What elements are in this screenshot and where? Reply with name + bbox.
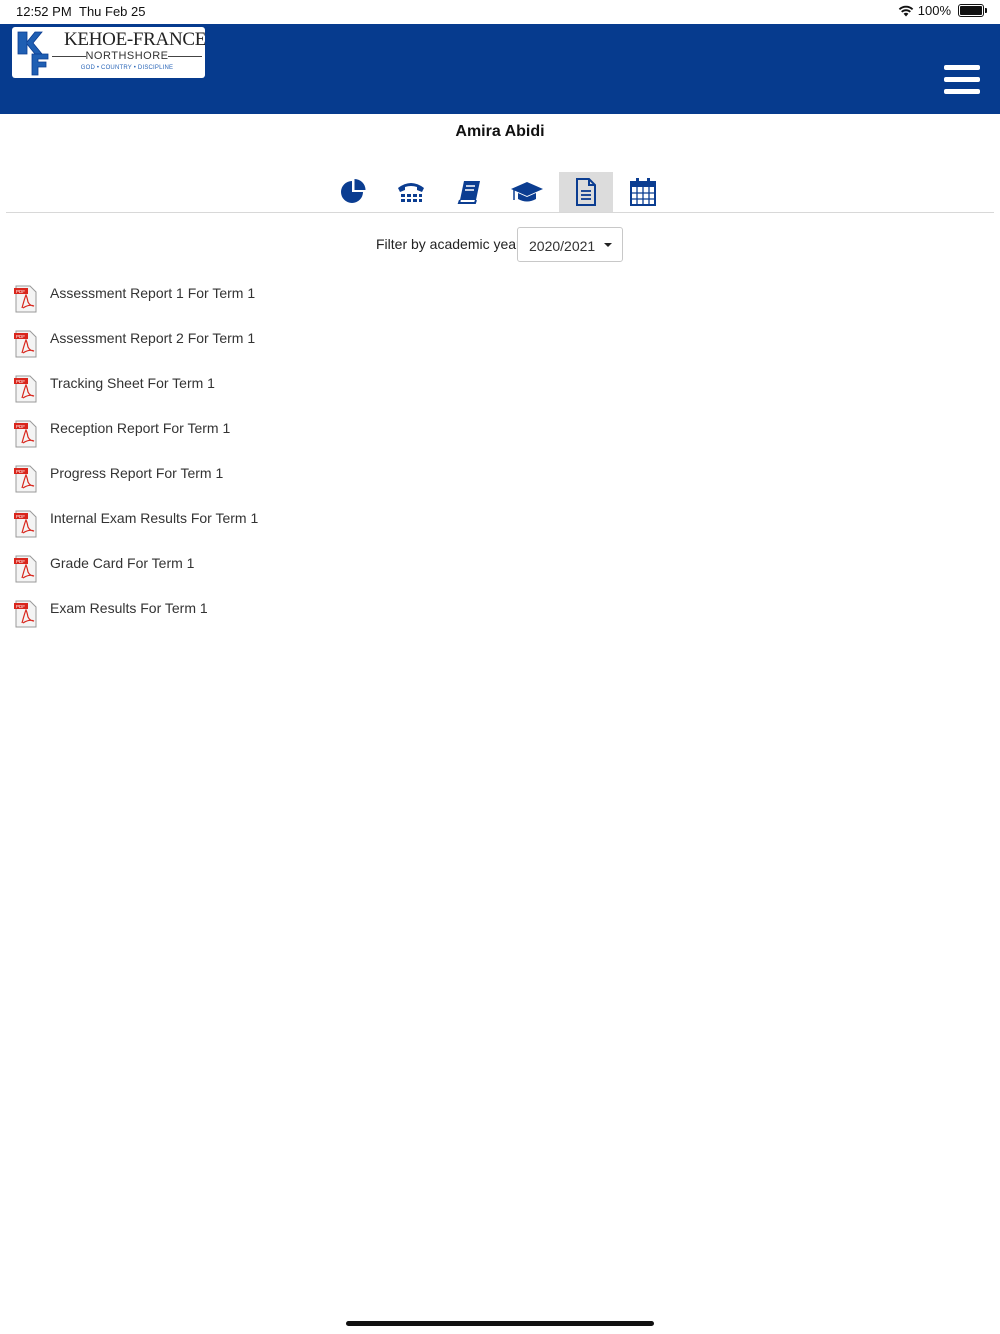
pdf-icon: PDF	[14, 330, 37, 358]
svg-text:PDF: PDF	[16, 379, 25, 384]
svg-text:PDF: PDF	[16, 514, 25, 519]
battery-icon	[958, 4, 987, 17]
filter-label: Filter by academic year	[376, 236, 521, 252]
svg-text:PDF: PDF	[16, 289, 25, 294]
status-time: 12:52 PM	[16, 4, 72, 19]
report-label: Internal Exam Results For Term 1	[50, 510, 259, 526]
wifi-icon	[898, 5, 913, 16]
logo-sub: NORTHSHORE	[52, 50, 202, 62]
tab-homework[interactable]	[442, 172, 496, 212]
status-date: Thu Feb 25	[79, 4, 146, 19]
book-icon	[457, 181, 480, 204]
student-name: Amira Abidi	[455, 123, 545, 140]
svg-text:PDF: PDF	[16, 334, 25, 339]
svg-text:PDF: PDF	[16, 424, 25, 429]
report-label: Assessment Report 2 For Term 1	[50, 330, 256, 346]
document-icon	[576, 178, 596, 206]
pdf-icon: PDF	[14, 465, 37, 493]
report-label: Progress Report For Term 1	[50, 465, 224, 481]
battery-percent: 100%	[917, 3, 951, 18]
report-label: Assessment Report 1 For Term 1	[50, 285, 256, 301]
report-item[interactable]: PDF Assessment Report 2 For Term 1	[14, 320, 414, 360]
tab-reports[interactable]	[559, 172, 613, 212]
calendar-icon	[630, 178, 656, 206]
tab-contact[interactable]	[384, 172, 438, 212]
report-label: Grade Card For Term 1	[50, 555, 195, 571]
report-item[interactable]: PDF Internal Exam Results For Term 1	[14, 500, 414, 540]
report-item[interactable]: PDF Progress Report For Term 1	[14, 455, 414, 495]
logo-motto: GOD • COUNTRY • DISCIPLINE	[80, 65, 174, 71]
svg-text:PDF: PDF	[16, 559, 25, 564]
academic-year-select[interactable]: 2020/2021	[517, 227, 623, 262]
report-label: Tracking Sheet For Term 1	[50, 375, 215, 391]
report-label: Exam Results For Term 1	[50, 600, 208, 616]
home-indicator	[346, 1321, 654, 1326]
hamburger-icon[interactable]	[944, 64, 980, 96]
pdf-icon: PDF	[14, 600, 37, 628]
pdf-icon: PDF	[14, 375, 37, 403]
report-item[interactable]: PDF Grade Card For Term 1	[14, 545, 414, 585]
tabbar-divider	[6, 212, 994, 213]
svg-text:PDF: PDF	[16, 604, 25, 609]
report-item[interactable]: PDF Exam Results For Term 1	[14, 590, 414, 630]
school-logo[interactable]: KEHOE-FRANCE NORTHSHORE GOD • COUNTRY • …	[12, 27, 205, 78]
logo-name: KEHOE-FRANCE	[64, 29, 205, 50]
pdf-icon: PDF	[14, 510, 37, 538]
report-item[interactable]: PDF Tracking Sheet For Term 1	[14, 365, 414, 405]
svg-text:PDF: PDF	[16, 469, 25, 474]
pdf-icon: PDF	[14, 555, 37, 583]
pdf-icon: PDF	[14, 285, 37, 313]
tab-calendar[interactable]	[616, 172, 670, 212]
status-right: 100%	[898, 3, 987, 18]
status-bar: 12:52 PM Thu Feb 25 100%	[0, 0, 1000, 24]
graduation-cap-icon	[511, 182, 543, 202]
pie-chart-icon	[341, 179, 366, 203]
report-label: Reception Report For Term 1	[50, 420, 231, 436]
report-item[interactable]: PDF Reception Report For Term 1	[14, 410, 414, 450]
tab-overview[interactable]	[326, 172, 380, 212]
telephone-icon	[398, 183, 424, 202]
tab-academics[interactable]	[500, 172, 554, 212]
caret-down-icon	[604, 243, 612, 247]
report-item[interactable]: PDF Assessment Report 1 For Term 1	[14, 275, 414, 315]
academic-year-value: 2020/2021	[529, 238, 596, 254]
pdf-icon: PDF	[14, 420, 37, 448]
